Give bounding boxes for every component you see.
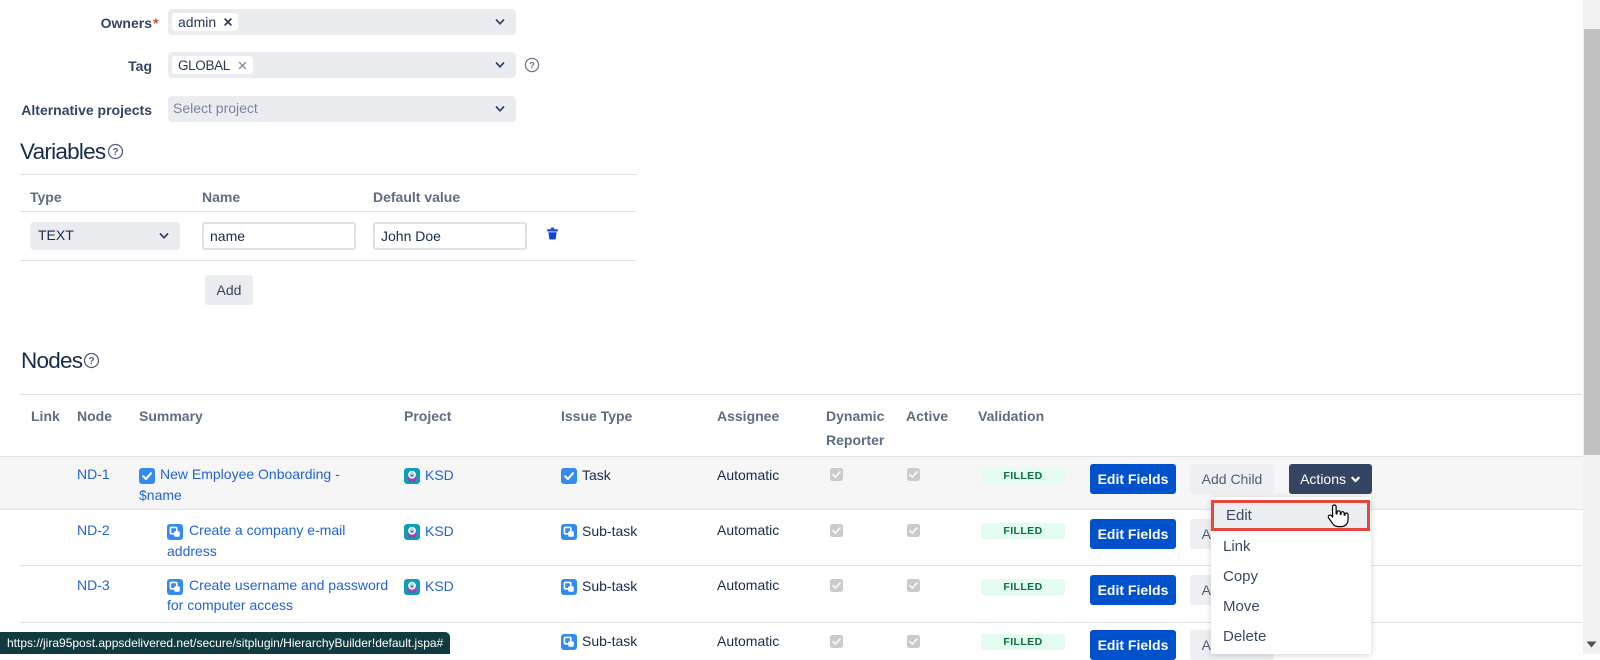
- svg-text:?: ?: [88, 356, 94, 367]
- svg-text:?: ?: [112, 147, 118, 158]
- svg-text:?: ?: [529, 60, 535, 71]
